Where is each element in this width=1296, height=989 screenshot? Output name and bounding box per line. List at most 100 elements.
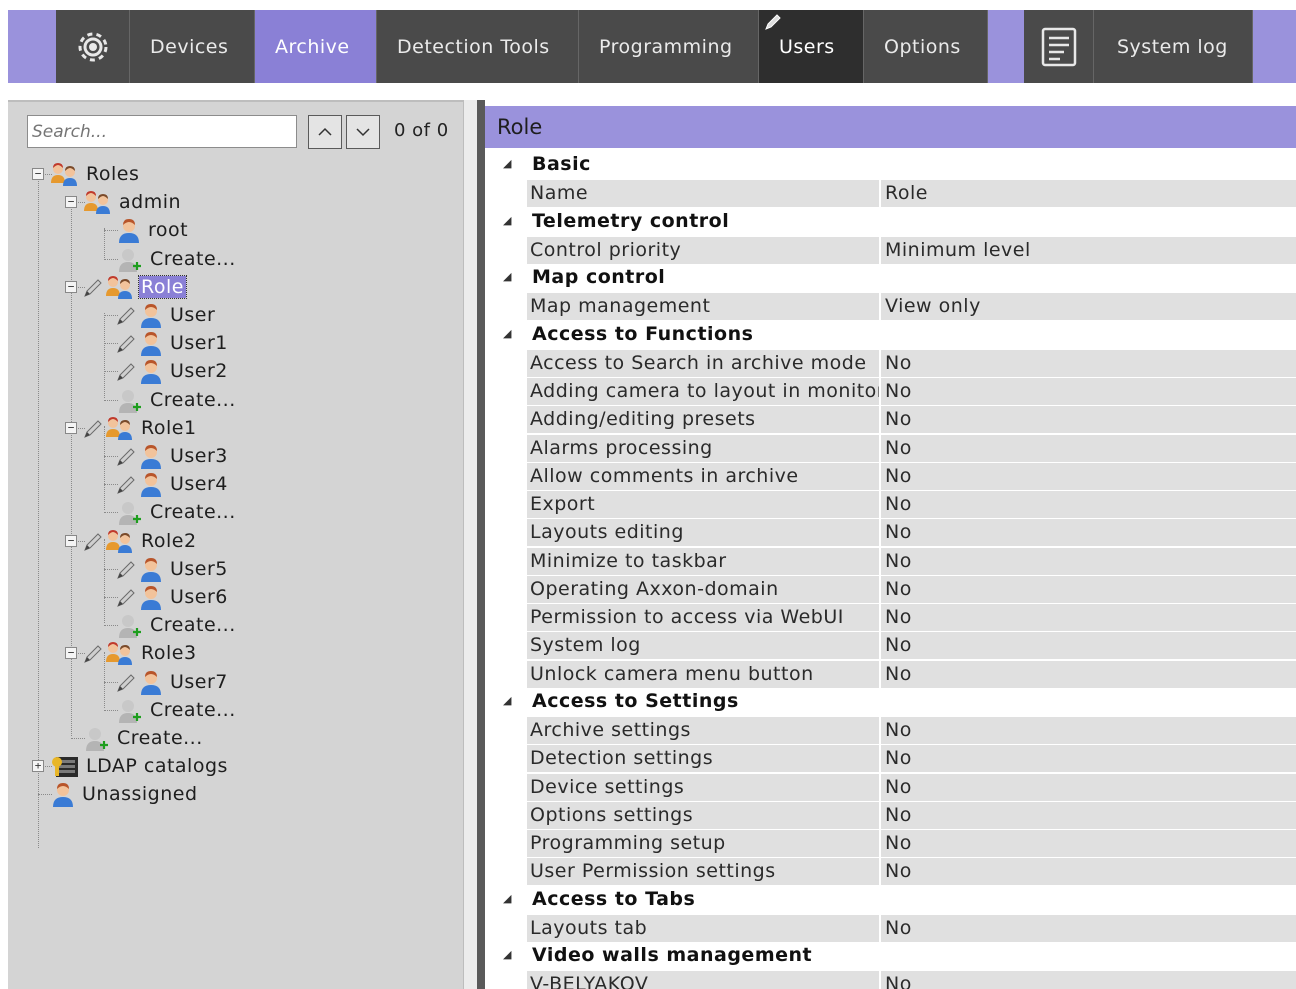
property-row[interactable]: Operating Axxon-domain No	[485, 575, 1296, 603]
group-collapse-icon[interactable]: ◢	[503, 157, 512, 170]
property-group[interactable]: ◢ Telemetry control	[485, 209, 1296, 236]
property-row[interactable]: Minimize to taskbar No	[485, 547, 1296, 575]
tree-node[interactable]: User4	[116, 470, 230, 498]
group-collapse-icon[interactable]: ◢	[503, 327, 512, 340]
tree-node[interactable]: User	[116, 301, 217, 329]
property-value[interactable]: View only	[881, 293, 1296, 321]
property-row[interactable]: Allow comments in archive No	[485, 462, 1296, 490]
property-row[interactable]: Adding camera to layout in monitor No	[485, 378, 1296, 405]
tree-node[interactable]: User2	[116, 357, 230, 385]
property-value[interactable]: No	[881, 745, 1296, 773]
system-log-icon[interactable]	[1024, 10, 1094, 83]
search-prev-button[interactable]	[308, 115, 342, 149]
tree-collapse-icon[interactable]: −	[65, 421, 77, 434]
property-row[interactable]: Access to Search in archive mode No	[485, 349, 1296, 377]
property-row[interactable]: Layouts tab No	[485, 914, 1296, 942]
settings-gear-icon[interactable]	[56, 10, 130, 83]
tree-node[interactable]: Role1	[83, 414, 199, 442]
tree-node[interactable]: User3	[116, 442, 230, 470]
tree-node[interactable]: Roles	[50, 160, 141, 188]
tree-node[interactable]: Create...	[83, 724, 205, 752]
property-value[interactable]: No	[881, 773, 1296, 801]
property-row[interactable]: Adding/editing presets No	[485, 406, 1296, 434]
tab-devices[interactable]: Devices	[130, 10, 255, 83]
property-value[interactable]: No	[881, 519, 1296, 547]
property-group[interactable]: ◢ Access to Functions	[485, 322, 1296, 349]
property-row[interactable]: Detection settings No	[485, 745, 1296, 773]
property-row[interactable]: Unlock camera menu button No	[485, 660, 1296, 688]
group-collapse-icon[interactable]: ◢	[503, 214, 512, 227]
property-row[interactable]: Archive settings No	[485, 717, 1296, 744]
tree-node[interactable]: Create...	[116, 498, 238, 526]
property-value[interactable]: No	[881, 462, 1296, 490]
property-row[interactable]: Programming setup No	[485, 830, 1296, 857]
property-row[interactable]: Permission to access via WebUI No	[485, 604, 1296, 631]
property-value[interactable]: No	[881, 660, 1296, 688]
property-value[interactable]: Minimum level	[881, 236, 1296, 264]
property-value[interactable]: No	[881, 406, 1296, 434]
property-row[interactable]: Alarms processing No	[485, 434, 1296, 462]
property-value[interactable]: No	[881, 971, 1296, 989]
tree-node[interactable]: Create...	[116, 611, 238, 639]
property-row[interactable]: Name Role	[485, 180, 1296, 208]
tree-node[interactable]: Create...	[116, 245, 238, 273]
property-value[interactable]: No	[881, 575, 1296, 603]
tree-node[interactable]: Create...	[116, 386, 238, 414]
tree-collapse-icon[interactable]: −	[32, 168, 44, 180]
property-value[interactable]: No	[881, 547, 1296, 575]
property-value[interactable]: No	[881, 632, 1296, 660]
tab-programming[interactable]: Programming	[579, 10, 759, 83]
tab-system-log[interactable]: System log	[1094, 10, 1253, 83]
property-row[interactable]: Export No	[485, 491, 1296, 518]
property-value[interactable]: No	[881, 801, 1296, 829]
tab-archive[interactable]: Archive	[255, 10, 377, 83]
property-value[interactable]: No	[881, 378, 1296, 405]
group-collapse-icon[interactable]: ◢	[503, 948, 512, 961]
property-value[interactable]: No	[881, 491, 1296, 518]
search-input[interactable]	[27, 115, 297, 148]
property-group[interactable]: ◢ Access to Settings	[485, 689, 1296, 716]
property-value[interactable]: No	[881, 830, 1296, 857]
tree-collapse-icon[interactable]: −	[65, 280, 77, 293]
tree-node[interactable]: Role3	[83, 639, 199, 667]
tree-node[interactable]: Role	[83, 273, 187, 301]
tree-node[interactable]: admin	[83, 188, 183, 216]
tree-node[interactable]: User7	[116, 668, 230, 696]
group-collapse-icon[interactable]: ◢	[503, 892, 512, 905]
search-next-button[interactable]	[346, 115, 380, 149]
property-row[interactable]: Map management View only	[485, 293, 1296, 321]
property-value[interactable]: No	[881, 434, 1296, 462]
tab-detection-tools[interactable]: Detection Tools	[377, 10, 579, 83]
tree-node[interactable]: User1	[116, 329, 230, 357]
property-group[interactable]: ◢ Basic	[485, 152, 1296, 179]
tree-node[interactable]: root	[116, 216, 190, 244]
property-value[interactable]: No	[881, 858, 1296, 886]
tree-node[interactable]: LDAP catalogs	[50, 752, 230, 780]
property-row[interactable]: Device settings No	[485, 773, 1296, 801]
tree-collapse-icon[interactable]: −	[65, 647, 77, 660]
property-value[interactable]: No	[881, 604, 1296, 631]
property-row[interactable]: System log No	[485, 632, 1296, 660]
property-row[interactable]: User Permission settings No	[485, 858, 1296, 886]
property-value[interactable]: Role	[881, 180, 1296, 208]
property-row[interactable]: Control priority Minimum level	[485, 236, 1296, 264]
property-group[interactable]: ◢ Access to Tabs	[485, 887, 1296, 914]
tree-node[interactable]: User5	[116, 555, 230, 583]
tree-node[interactable]: Unassigned	[50, 780, 200, 808]
tree-collapse-icon[interactable]: −	[65, 534, 77, 547]
tree-node[interactable]: User6	[116, 583, 230, 611]
property-group[interactable]: ◢ Map control	[485, 265, 1296, 292]
group-collapse-icon[interactable]: ◢	[503, 694, 512, 707]
tree-collapse-icon[interactable]: −	[65, 196, 77, 209]
tab-users[interactable]: Users	[759, 10, 864, 83]
tree-node[interactable]: Role2	[83, 527, 199, 555]
property-row[interactable]: Layouts editing No	[485, 519, 1296, 547]
property-row[interactable]: V-BELYAKOV No	[485, 971, 1296, 989]
tree-node[interactable]: Create...	[116, 696, 238, 724]
tab-options[interactable]: Options	[864, 10, 988, 83]
property-value[interactable]: No	[881, 914, 1296, 942]
tree-expand-icon[interactable]: +	[32, 760, 44, 773]
splitter-bar[interactable]	[477, 100, 485, 989]
property-value[interactable]: No	[881, 349, 1296, 377]
property-group[interactable]: ◢ Video walls management	[485, 943, 1296, 970]
